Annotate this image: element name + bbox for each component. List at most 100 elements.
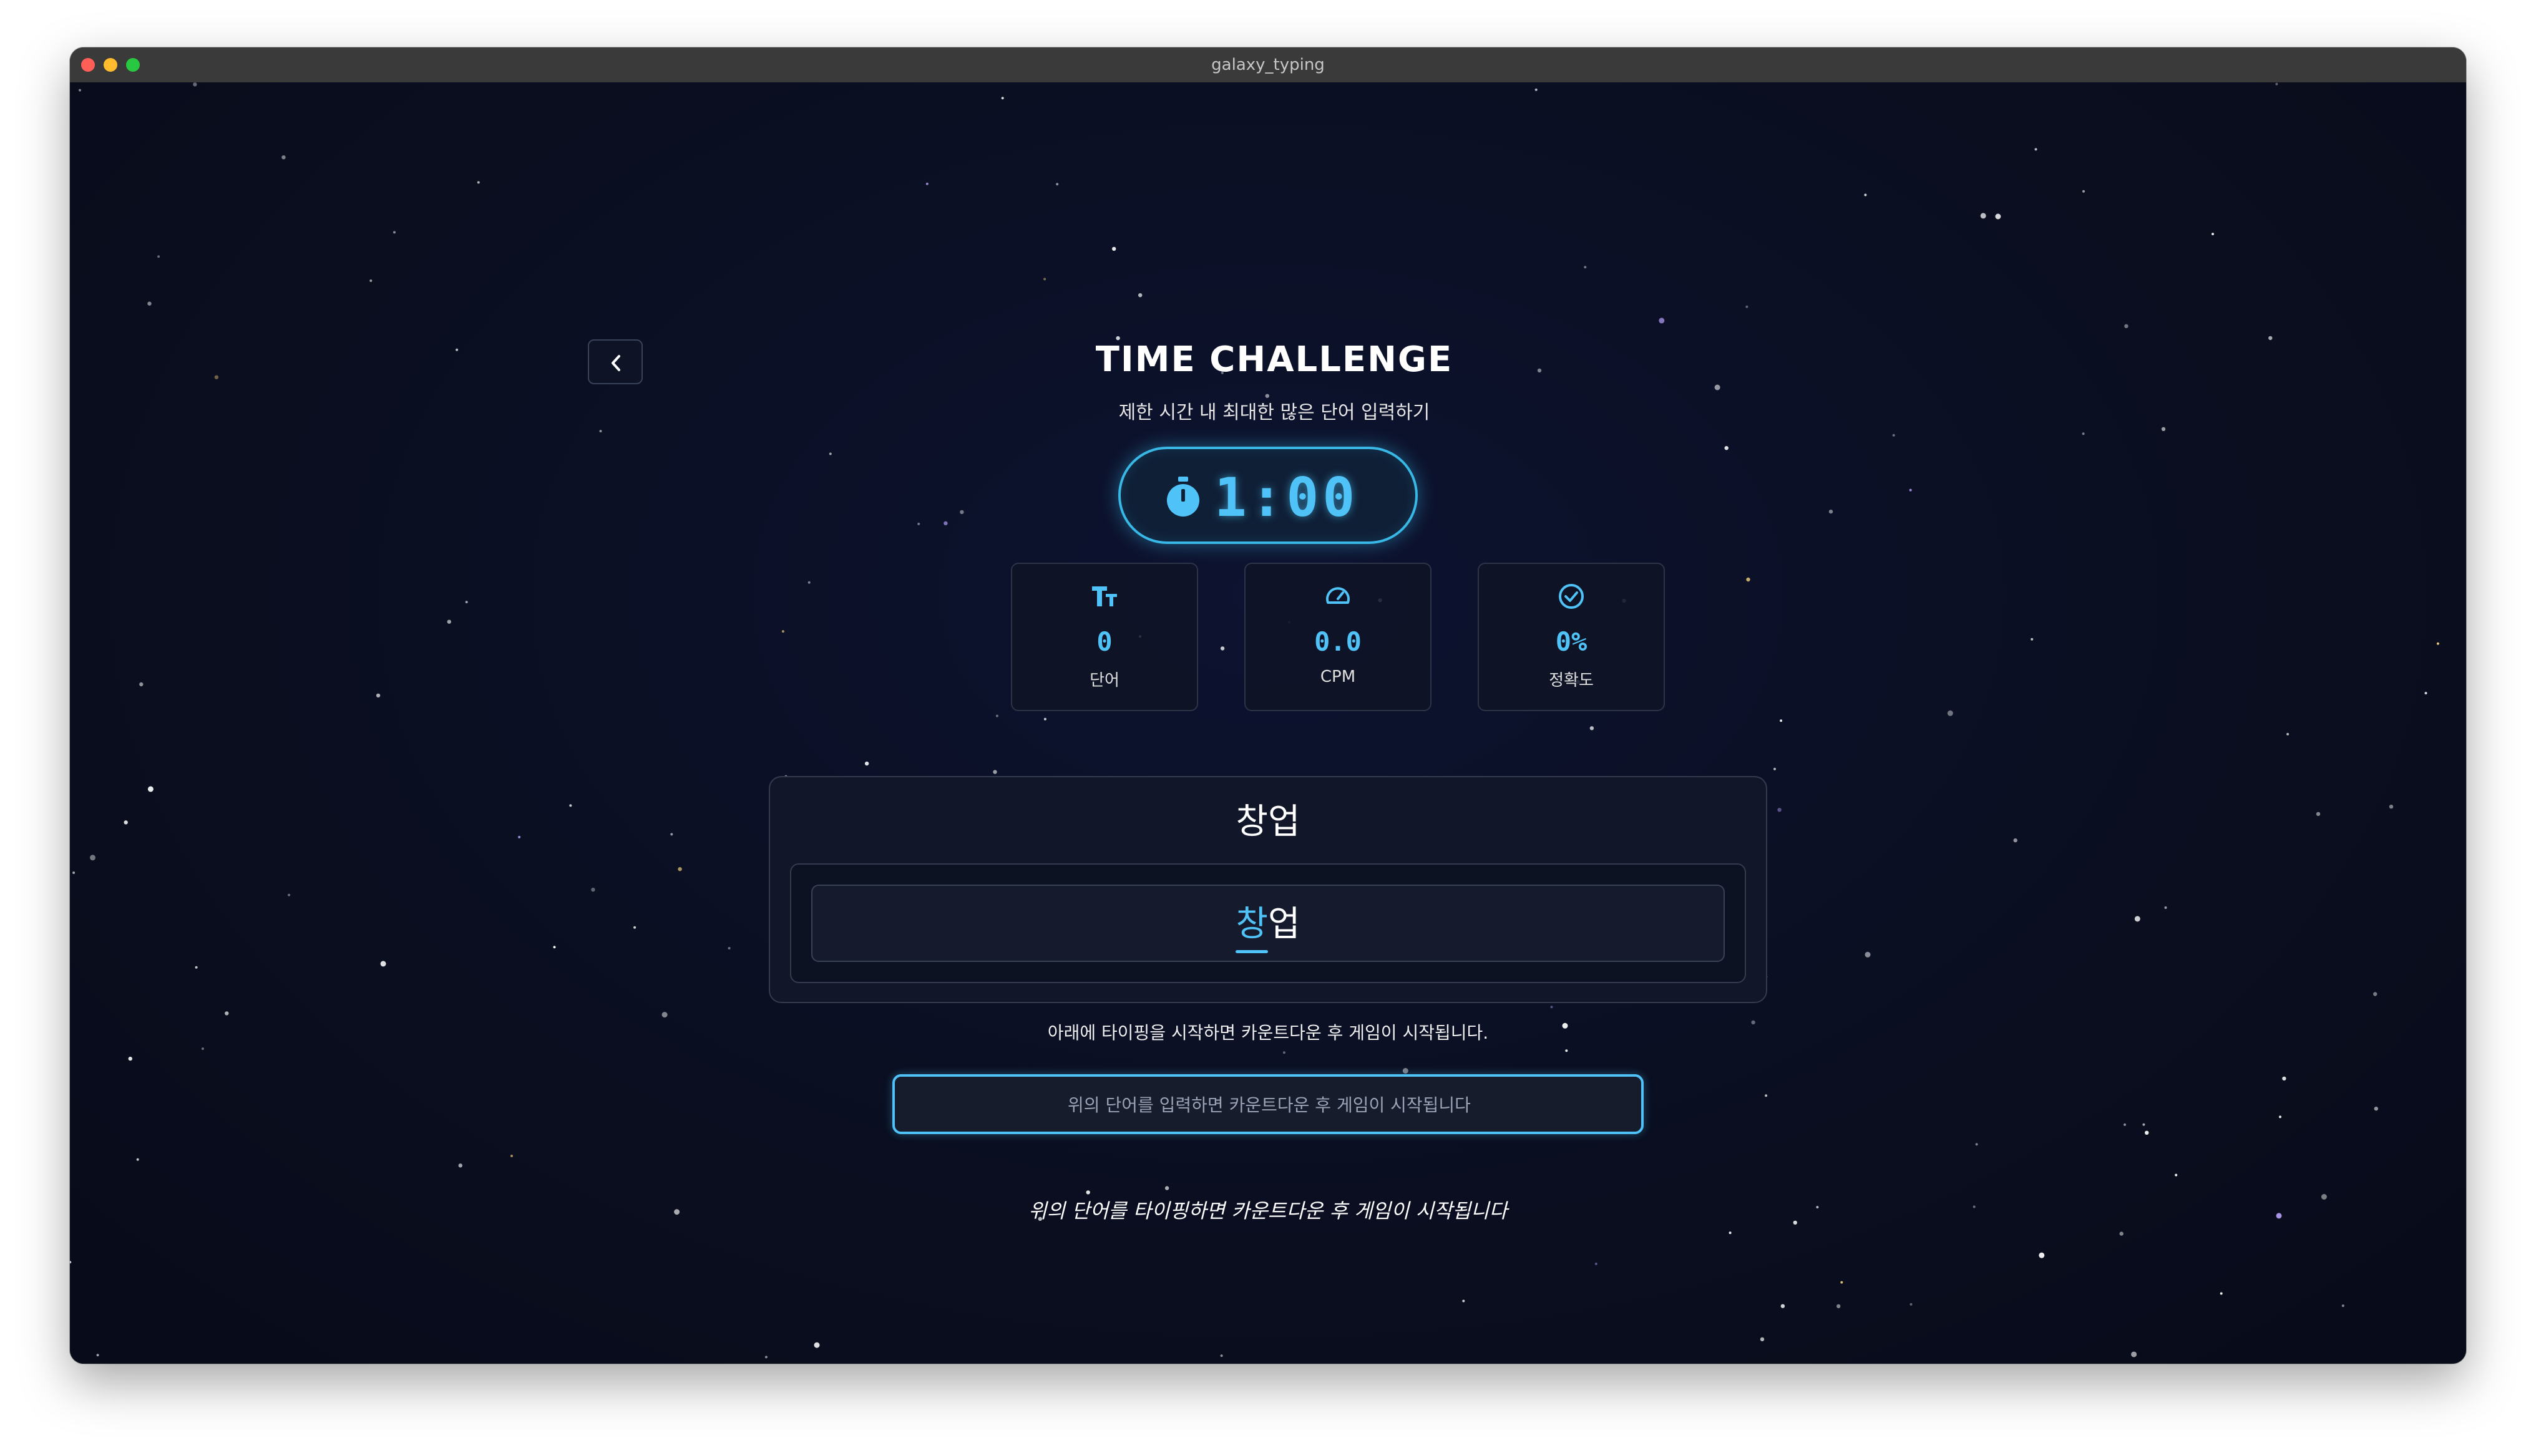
stat-value: 0% (1555, 626, 1587, 657)
star (2142, 1123, 2145, 1126)
star (1773, 767, 1776, 770)
star (2316, 812, 2321, 817)
star (2119, 1231, 2124, 1236)
star (2124, 1123, 2126, 1126)
star (458, 1163, 462, 1168)
star (917, 522, 920, 525)
star (995, 714, 998, 717)
star (993, 770, 997, 774)
speedometer-icon (1326, 587, 1350, 604)
star (477, 181, 480, 184)
starfield-background (70, 82, 2439, 1359)
star (2275, 82, 2278, 85)
star (1138, 293, 1143, 298)
star (2164, 906, 2167, 909)
title-bar: galaxy_typing (70, 47, 2466, 83)
star (465, 601, 468, 604)
star (2161, 427, 2166, 431)
stat-label: 정확도 (1549, 671, 1594, 690)
star (1995, 213, 2001, 220)
star (195, 966, 198, 969)
star (2424, 692, 2427, 695)
game-screen: TIME CHALLENGE 제한 시간 내 최대한 많은 단어 입력하기 1:… (70, 82, 2466, 1364)
star (281, 155, 286, 160)
star (1836, 1304, 1841, 1309)
star (369, 279, 373, 282)
typed-remaining-chars: 업 (1268, 904, 1300, 944)
star (2082, 190, 2085, 193)
star (147, 786, 154, 792)
word-panel: 창업 창업 (769, 776, 1767, 1003)
star (1909, 488, 1912, 492)
page-title: TIME CHALLENGE (1095, 339, 1453, 380)
star (2034, 148, 2037, 151)
star (1220, 1354, 1223, 1357)
star (136, 1158, 139, 1161)
star (2212, 233, 2214, 236)
star (90, 855, 95, 861)
footer-hint: 위의 단어를 타이핑하면 카운트다운 후 게임이 시작됩니다 (1028, 1199, 1508, 1223)
star (2279, 1115, 2281, 1119)
app-window: galaxy_typing TIME CHALLENGE 제한 시간 내 최대한… (70, 47, 2466, 1364)
page-subtitle: 제한 시간 내 최대한 많은 단어 입력하기 (1118, 402, 1430, 424)
star (2013, 838, 2017, 843)
star (2175, 1173, 2178, 1177)
star (569, 804, 572, 807)
star (2282, 1076, 2286, 1081)
stat-label: CPM (1320, 667, 1356, 686)
star (864, 761, 869, 766)
star (147, 301, 152, 306)
star (678, 867, 682, 871)
star (380, 961, 386, 967)
star (157, 255, 160, 258)
star (2145, 1130, 2149, 1135)
star (72, 871, 76, 874)
star (1164, 1186, 1169, 1190)
star (599, 430, 602, 433)
star (1056, 183, 1059, 186)
star (70, 1261, 72, 1264)
star (447, 619, 451, 624)
star (2124, 324, 2129, 328)
star (553, 946, 556, 949)
star (1462, 1299, 1465, 1303)
star (1864, 193, 1867, 197)
star (1220, 646, 1225, 651)
star (781, 630, 784, 633)
star (518, 835, 521, 838)
typing-input[interactable] (895, 1077, 1644, 1133)
star (925, 182, 929, 185)
star (1714, 384, 1720, 391)
star (1745, 305, 1748, 308)
star (2374, 1107, 2378, 1111)
star (1909, 1303, 1913, 1306)
stat-card-words: 0 단어 (1011, 563, 1198, 711)
star (1112, 246, 1116, 251)
typing-input-wrapper (892, 1074, 1644, 1134)
star (1565, 1049, 1568, 1052)
star (1589, 726, 1594, 730)
star (376, 693, 381, 698)
stopwatch-icon (1167, 477, 1199, 517)
stat-card-accuracy: 0% 정확도 (1478, 563, 1665, 711)
star (1765, 1094, 1768, 1097)
star (764, 1356, 768, 1359)
star (1777, 808, 1782, 812)
star (1402, 1068, 1408, 1074)
star (2286, 732, 2290, 735)
star (2131, 1351, 2137, 1357)
star (201, 1047, 204, 1051)
star (944, 521, 948, 525)
typed-word-box: 창업 (811, 885, 1725, 962)
typed-word: 창업 (812, 896, 1724, 946)
star (670, 833, 673, 836)
star (510, 1155, 513, 1157)
star (1550, 1006, 1553, 1009)
star (728, 947, 731, 949)
star (2373, 992, 2378, 996)
star (2134, 916, 2140, 922)
star (1975, 1143, 1978, 1146)
star (2389, 804, 2394, 809)
star (1892, 434, 1895, 437)
star (1043, 278, 1046, 281)
